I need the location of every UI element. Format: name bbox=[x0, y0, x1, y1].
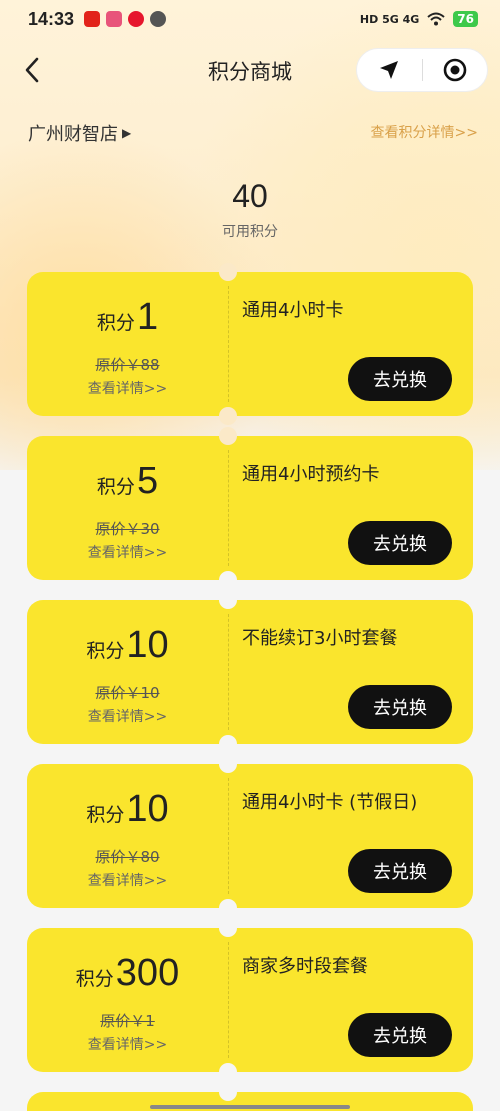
points-number: 5 bbox=[136, 460, 159, 502]
coupon-detail-link[interactable]: 查看详情>> bbox=[27, 1034, 228, 1054]
redeem-button[interactable]: 去兑换 bbox=[348, 1013, 452, 1057]
coupon-price-section: 积分 5 原价￥30 查看详情>> bbox=[27, 436, 228, 580]
mini-program-capsule bbox=[356, 48, 488, 92]
points-number: 10 bbox=[126, 624, 169, 666]
network-label: HD 5G 4G bbox=[359, 12, 420, 26]
coupon-detail-link[interactable]: 查看详情>> bbox=[27, 542, 228, 562]
coupon-detail-link[interactable]: 查看详情>> bbox=[27, 870, 228, 890]
coupon-card: 积分 1 原价￥88 查看详情>> 通用4小时卡 去兑换 bbox=[27, 263, 473, 425]
coupon-detail-link[interactable]: 查看详情>> bbox=[27, 706, 228, 726]
home-indicator bbox=[150, 1105, 350, 1109]
coupon-points-cost: 积分 10 bbox=[27, 788, 228, 831]
coupon-price-section: 积分 10 原价￥10 查看详情>> bbox=[27, 600, 228, 744]
points-prefix: 积分 bbox=[86, 640, 125, 662]
points-number: 10 bbox=[126, 788, 169, 830]
points-prefix: 积分 bbox=[75, 968, 114, 990]
coupon-name: 不能续订3小时套餐 bbox=[242, 628, 398, 649]
coupon-divider bbox=[228, 942, 229, 1058]
coupon-name: 通用4小时卡 (节假日) bbox=[242, 792, 418, 813]
nav-bar: 积分商城 bbox=[0, 44, 500, 96]
original-price: 原价￥30 bbox=[95, 520, 160, 538]
coupon-price-section: 积分 1 原价￥88 查看详情>> bbox=[27, 272, 228, 416]
coupon-notch bbox=[219, 1083, 237, 1101]
coupon-divider bbox=[228, 450, 229, 566]
status-bar: 14:33 HD 5G 4G 76 bbox=[0, 0, 500, 38]
coupon-divider bbox=[228, 286, 229, 402]
app-notification-icon bbox=[106, 11, 123, 27]
caret-right-icon: ▶ bbox=[122, 126, 132, 140]
close-mini-program-button[interactable] bbox=[423, 48, 488, 92]
navigation-arrow-icon bbox=[380, 61, 399, 79]
coupon-price-section: 积分 300 原价￥1 查看详情>> bbox=[27, 928, 228, 1072]
netease-music-icon bbox=[84, 11, 101, 27]
original-price: 原价￥1 bbox=[100, 1012, 155, 1030]
store-name: 广州财智店 bbox=[28, 124, 118, 145]
original-price: 原价￥80 bbox=[95, 848, 160, 866]
store-selector[interactable]: 广州财智店 ▶ bbox=[28, 120, 131, 146]
redeem-button[interactable]: 去兑换 bbox=[348, 521, 452, 565]
coupon-divider bbox=[228, 614, 229, 730]
redeem-button[interactable]: 去兑换 bbox=[348, 685, 452, 729]
points-prefix: 积分 bbox=[96, 312, 135, 334]
coupon-divider bbox=[228, 778, 229, 894]
coupon-points-cost: 积分 300 bbox=[27, 952, 228, 995]
available-points-label: 可用积分 bbox=[222, 224, 278, 240]
coupon-points-cost: 积分 5 bbox=[27, 460, 228, 503]
original-price: 原价￥10 bbox=[95, 684, 160, 702]
wifi-icon bbox=[427, 12, 445, 26]
original-price: 原价￥88 bbox=[95, 356, 160, 374]
coupon-detail-link[interactable]: 查看详情>> bbox=[27, 378, 228, 398]
points-summary: 40 可用积分 bbox=[0, 178, 500, 241]
coupon-points-cost: 积分 10 bbox=[27, 624, 228, 667]
available-points-value: 40 bbox=[232, 178, 268, 214]
points-number: 300 bbox=[115, 952, 180, 994]
coupon-name: 通用4小时卡 bbox=[242, 300, 344, 321]
points-prefix: 积分 bbox=[96, 476, 135, 498]
message-icon bbox=[150, 11, 167, 27]
battery-icon: 76 bbox=[453, 11, 478, 27]
store-row: 广州财智店 ▶ 查看积分详情>> bbox=[28, 120, 478, 146]
coupon-card: 积分 5 原价￥30 查看详情>> 通用4小时预约卡 去兑换 bbox=[27, 427, 473, 589]
coupon-card: 积分 300 原价￥1 查看详情>> 商家多时段套餐 去兑换 bbox=[27, 919, 473, 1081]
coupon-name: 通用4小时预约卡 bbox=[242, 464, 380, 485]
location-button[interactable] bbox=[357, 48, 422, 92]
coupon-card: 积分 10 原价￥80 查看详情>> 通用4小时卡 (节假日) 去兑换 bbox=[27, 755, 473, 917]
points-number: 1 bbox=[136, 296, 159, 338]
status-time: 14:33 bbox=[28, 8, 75, 29]
status-indicators: HD 5G 4G 76 bbox=[360, 11, 478, 27]
coupon-name: 商家多时段套餐 bbox=[242, 956, 368, 977]
weibo-icon bbox=[128, 11, 145, 27]
points-prefix: 积分 bbox=[86, 804, 125, 826]
redeem-button[interactable]: 去兑换 bbox=[348, 357, 452, 401]
coupon-card: 积分 10 原价￥10 查看详情>> 不能续订3小时套餐 去兑换 bbox=[27, 591, 473, 753]
coupon-points-cost: 积分 1 bbox=[27, 296, 228, 339]
redeem-button[interactable]: 去兑换 bbox=[348, 849, 452, 893]
coupon-price-section: 积分 10 原价￥80 查看详情>> bbox=[27, 764, 228, 908]
target-icon bbox=[443, 58, 467, 82]
status-notification-icons bbox=[84, 11, 167, 27]
points-detail-link[interactable]: 查看积分详情>> bbox=[371, 122, 478, 142]
